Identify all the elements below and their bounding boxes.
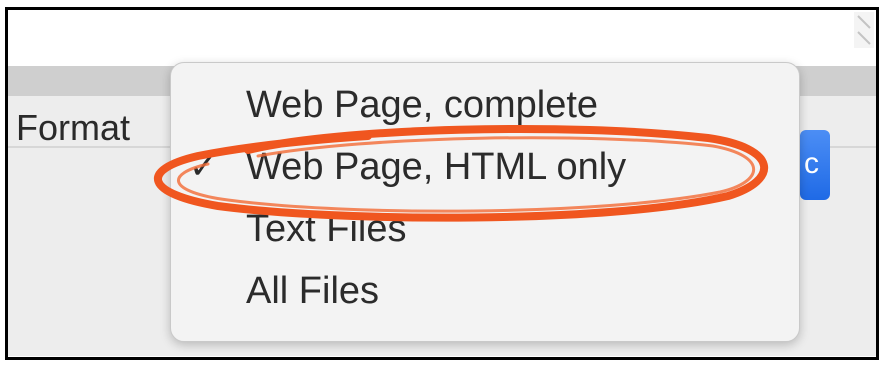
resize-handle-icon[interactable] <box>854 12 874 48</box>
menu-item-label: Web Page, complete <box>246 84 599 126</box>
format-label: Format <box>16 107 131 148</box>
menu-item-label: Web Page, HTML only <box>246 146 627 188</box>
menu-item-web-page-complete[interactable]: Web Page, complete <box>171 77 799 133</box>
button-partial-glyph: c <box>804 147 819 180</box>
menu-item-text-files[interactable]: Text Files <box>171 201 799 257</box>
screenshot-frame: Format c Web Page, complete ✓ Web Page, … <box>5 7 879 360</box>
checkmark-icon: ✓ <box>189 148 218 186</box>
menu-item-all-files[interactable]: All Files <box>171 263 799 319</box>
window-top-area <box>8 10 876 66</box>
format-popup-button[interactable]: c <box>800 130 830 200</box>
menu-item-label: All Files <box>246 270 380 312</box>
menu-item-web-page-html-only[interactable]: ✓ Web Page, HTML only <box>171 139 799 195</box>
menu-item-label: Text Files <box>246 208 407 250</box>
format-dropdown-menu[interactable]: Web Page, complete ✓ Web Page, HTML only… <box>170 62 800 342</box>
